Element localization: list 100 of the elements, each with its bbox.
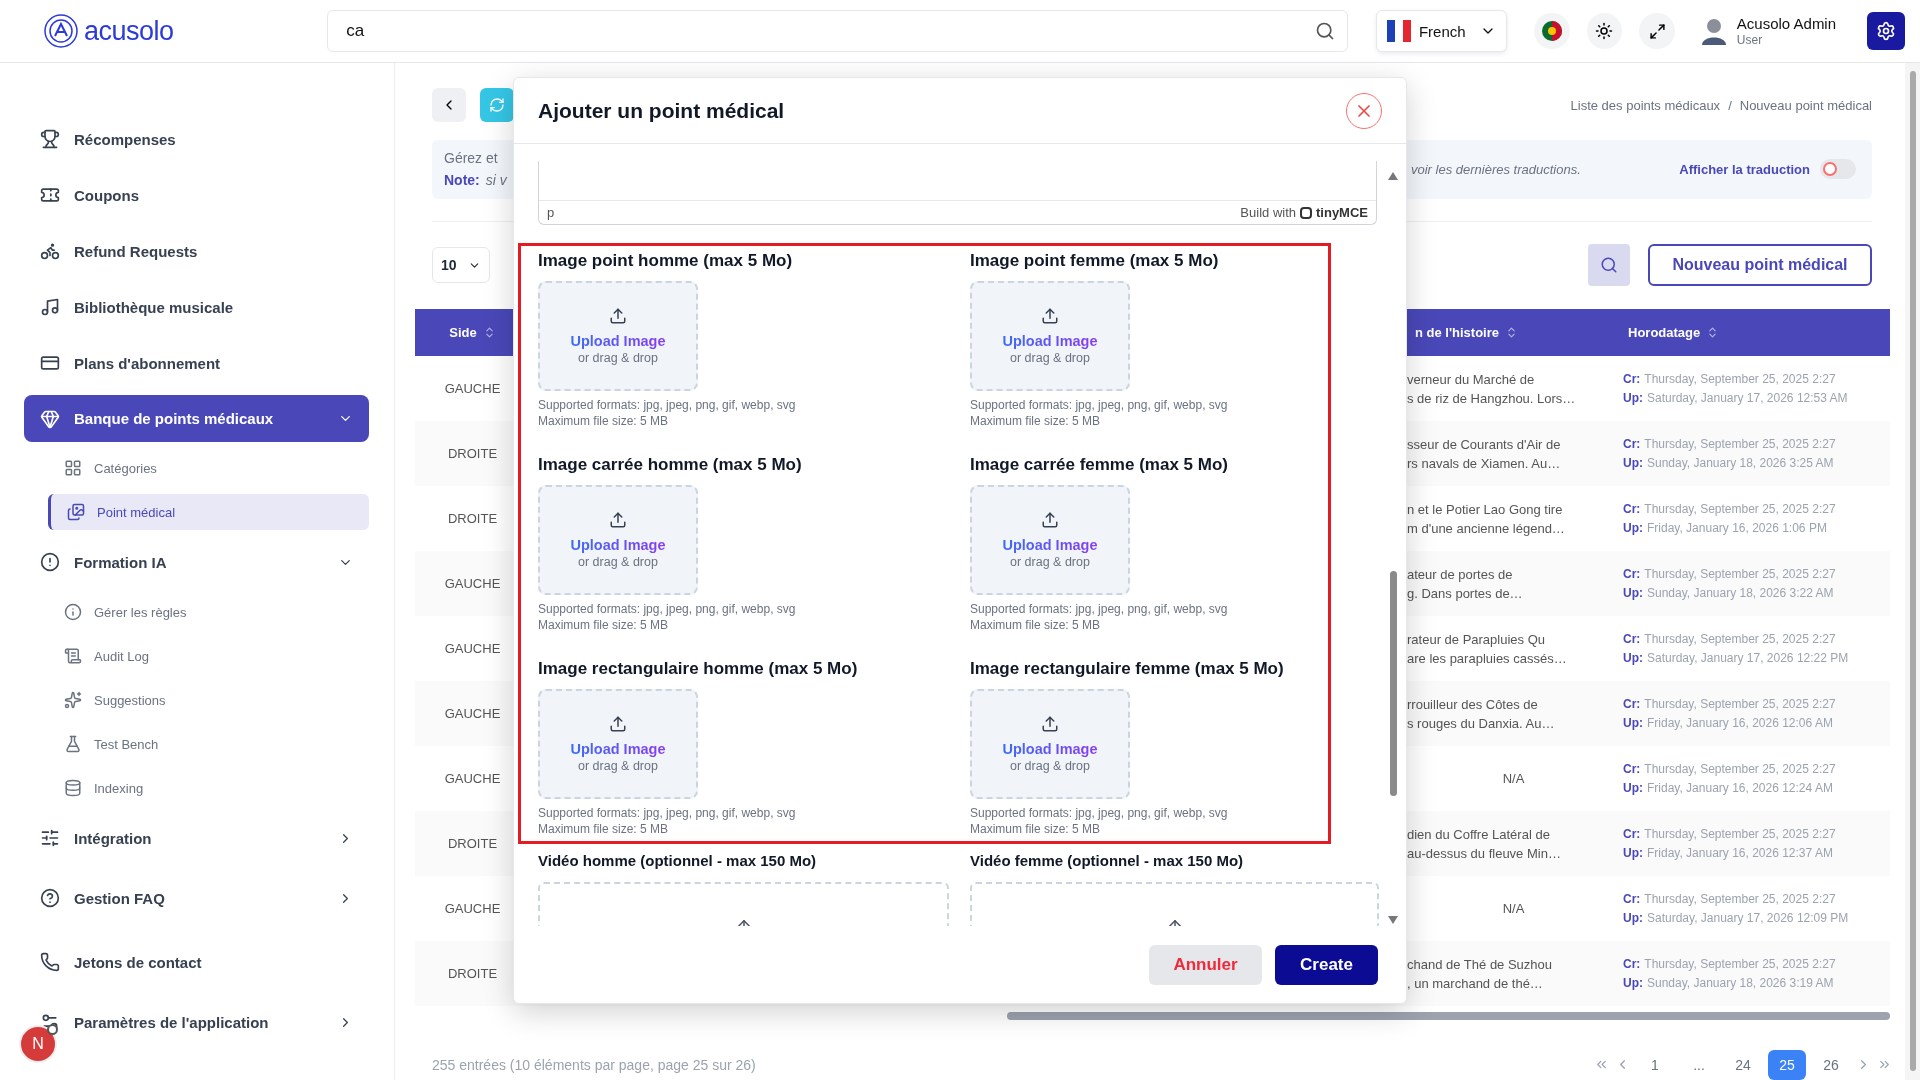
sort-icon: [1505, 326, 1518, 340]
sidebar-subitem[interactable]: Suggestions: [48, 678, 369, 722]
text-editor[interactable]: p Build with tinyMCE: [538, 161, 1377, 225]
scrollbar[interactable]: [1909, 71, 1916, 1071]
page-size-select[interactable]: 10: [432, 247, 490, 284]
column-header[interactable]: n de l'histoire: [1415, 325, 1499, 341]
table-cell-text: GAUCHE: [443, 770, 502, 789]
field-label: Image point homme (max 5 Mo): [538, 251, 794, 272]
sidebar-item[interactable]: Récompenses: [74, 130, 353, 148]
sidebar-subitem[interactable]: Catégories: [48, 446, 369, 490]
video-dropzone[interactable]: [538, 882, 949, 926]
table-cell-text: GAUCHE: [443, 380, 502, 399]
sidebar-subitem[interactable]: Indexing: [48, 766, 369, 810]
updated-timestamp: Up: Sunday, January 18, 2026 3:25 AM: [1622, 454, 1835, 472]
table-cell-text: DROITE: [446, 445, 499, 464]
close-button[interactable]: [1346, 92, 1382, 129]
size-note: Maximum file size: 5 MB: [538, 617, 670, 633]
info-text: Gérez et: [444, 150, 499, 167]
create-button[interactable]: Create: [1275, 944, 1378, 985]
back-button[interactable]: [432, 88, 466, 122]
sidebar-subitem[interactable]: Audit Log: [48, 634, 369, 678]
region-button[interactable]: [1533, 13, 1570, 49]
image-dropzone[interactable]: Upload Image or drag & drop: [970, 689, 1130, 799]
sidebar-item[interactable]: Gestion FAQ: [74, 889, 353, 907]
updated-timestamp: Up: Friday, January 16, 2026 12:37 AM: [1622, 844, 1834, 862]
column-header[interactable]: Side: [449, 325, 477, 341]
dialog-title: Ajouter un point médical: [538, 98, 785, 123]
sidebar-item[interactable]: Plans d'abonnement: [74, 354, 353, 372]
video-dropzone[interactable]: [970, 882, 1379, 926]
language-dropdown[interactable]: French: [1375, 10, 1507, 52]
image-dropzone[interactable]: Upload Image or drag & drop: [970, 281, 1130, 391]
branding-text: Build with: [1240, 205, 1296, 220]
page-button[interactable]: 26: [1812, 1050, 1850, 1080]
sidebar-item[interactable]: Paramètres de l'application: [74, 1013, 353, 1031]
image-dropzone[interactable]: Upload Image or drag & drop: [538, 281, 698, 391]
sidebar-item[interactable]: Coupons: [74, 186, 353, 204]
formats-note: Supported formats: jpg, jpeg, png, gif, webp, svg: [970, 397, 1229, 413]
flag-icon: [1386, 20, 1411, 42]
brand-icon: [1300, 206, 1312, 219]
size-note: Maximum file size: 5 MB: [970, 617, 1102, 633]
search-field[interactable]: ca: [344, 20, 1315, 42]
table-cell-text: GAUCHE: [443, 575, 502, 594]
search-icon: [1314, 21, 1335, 41]
menu-icon: [64, 647, 82, 665]
sidebar-item[interactable]: Bibliothèque musicale: [74, 298, 353, 316]
breadcrumb-link[interactable]: Nouveau point médical: [1739, 97, 1872, 113]
updated-timestamp: Up: Sunday, January 18, 2026 3:22 AM: [1622, 584, 1835, 602]
image-dropzone[interactable]: Upload Image or drag & drop: [970, 485, 1130, 595]
menu-icon: [40, 185, 60, 205]
column-header[interactable]: Horodatage: [1628, 325, 1701, 341]
dev-badge[interactable]: N: [19, 1025, 57, 1063]
sidebar-subitem[interactable]: Test Bench: [48, 722, 369, 766]
table-cell-text: GAUCHE: [443, 900, 502, 919]
scroll-down-icon[interactable]: [1388, 916, 1398, 924]
updated-timestamp: Up: Saturday, January 17, 2026 12:53 AM: [1622, 389, 1849, 407]
scrollbar[interactable]: [1007, 1012, 1890, 1020]
scrollbar[interactable]: [1389, 571, 1397, 796]
upload-icon: [1041, 511, 1059, 529]
sidebar-item[interactable]: Banque de points médicaux: [74, 410, 353, 427]
sidebar-item[interactable]: Jetons de contact: [74, 953, 353, 971]
size-note: Maximum file size: 5 MB: [970, 413, 1102, 429]
refresh-button[interactable]: [480, 88, 514, 122]
table-cell-text: GAUCHE: [443, 705, 502, 724]
theme-button[interactable]: [1586, 13, 1623, 49]
sidebar-subitem[interactable]: Point médical: [48, 494, 369, 530]
sidebar-item[interactable]: Formation IA: [74, 553, 353, 571]
brand-name[interactable]: tinyMCE: [1316, 205, 1368, 220]
new-item-button[interactable]: Nouveau point médical: [1648, 244, 1872, 287]
search-button[interactable]: [1588, 244, 1630, 287]
breadcrumb-link[interactable]: Liste des points médicaux: [1570, 97, 1721, 113]
fullscreen-button[interactable]: [1639, 13, 1675, 49]
sidebar-subitem[interactable]: Gérer les règles: [48, 590, 369, 634]
table-cell-text: GAUCHE: [443, 640, 502, 659]
page-button[interactable]: ...: [1680, 1050, 1718, 1080]
page-button[interactable]: 24: [1724, 1050, 1762, 1080]
table-cell-text: DROITE: [446, 835, 499, 854]
page-button[interactable]: 1: [1636, 1050, 1674, 1080]
settings-button[interactable]: [1867, 12, 1905, 50]
image-dropzone[interactable]: Upload Image or drag & drop: [538, 485, 698, 595]
updated-timestamp: Up: Friday, January 16, 2026 12:24 AM: [1622, 779, 1834, 797]
translation-toggle[interactable]: [1820, 159, 1856, 180]
image-dropzone[interactable]: Upload Image or drag & drop: [538, 689, 698, 799]
page-button[interactable]: 25: [1768, 1050, 1806, 1080]
settings-icon: [1876, 21, 1897, 41]
created-timestamp: Cr: Thursday, September 25, 2025 2:27: [1622, 760, 1837, 778]
size-note: Maximum file size: 5 MB: [538, 413, 670, 429]
expand-icon: [1648, 22, 1666, 40]
note-label: Note:: [444, 172, 480, 189]
size-note: Maximum file size: 5 MB: [970, 821, 1102, 837]
search-bar[interactable]: ca: [327, 10, 1348, 52]
scroll-up-icon[interactable]: [1388, 172, 1398, 180]
sidebar-item[interactable]: Intégration: [74, 829, 353, 847]
menu-icon: [40, 888, 60, 908]
emblem-icon: [1540, 20, 1563, 42]
created-timestamp: Cr: Thursday, September 25, 2025 2:27: [1622, 695, 1837, 713]
field-label: Image rectangulaire homme (max 5 Mo): [538, 659, 859, 680]
created-timestamp: Cr: Thursday, September 25, 2025 2:27: [1622, 565, 1837, 583]
sidebar-item[interactable]: Refund Requests: [74, 242, 353, 260]
formats-note: Supported formats: jpg, jpeg, png, gif, webp, svg: [538, 601, 797, 617]
formats-note: Supported formats: jpg, jpeg, png, gif, webp, svg: [538, 397, 797, 413]
